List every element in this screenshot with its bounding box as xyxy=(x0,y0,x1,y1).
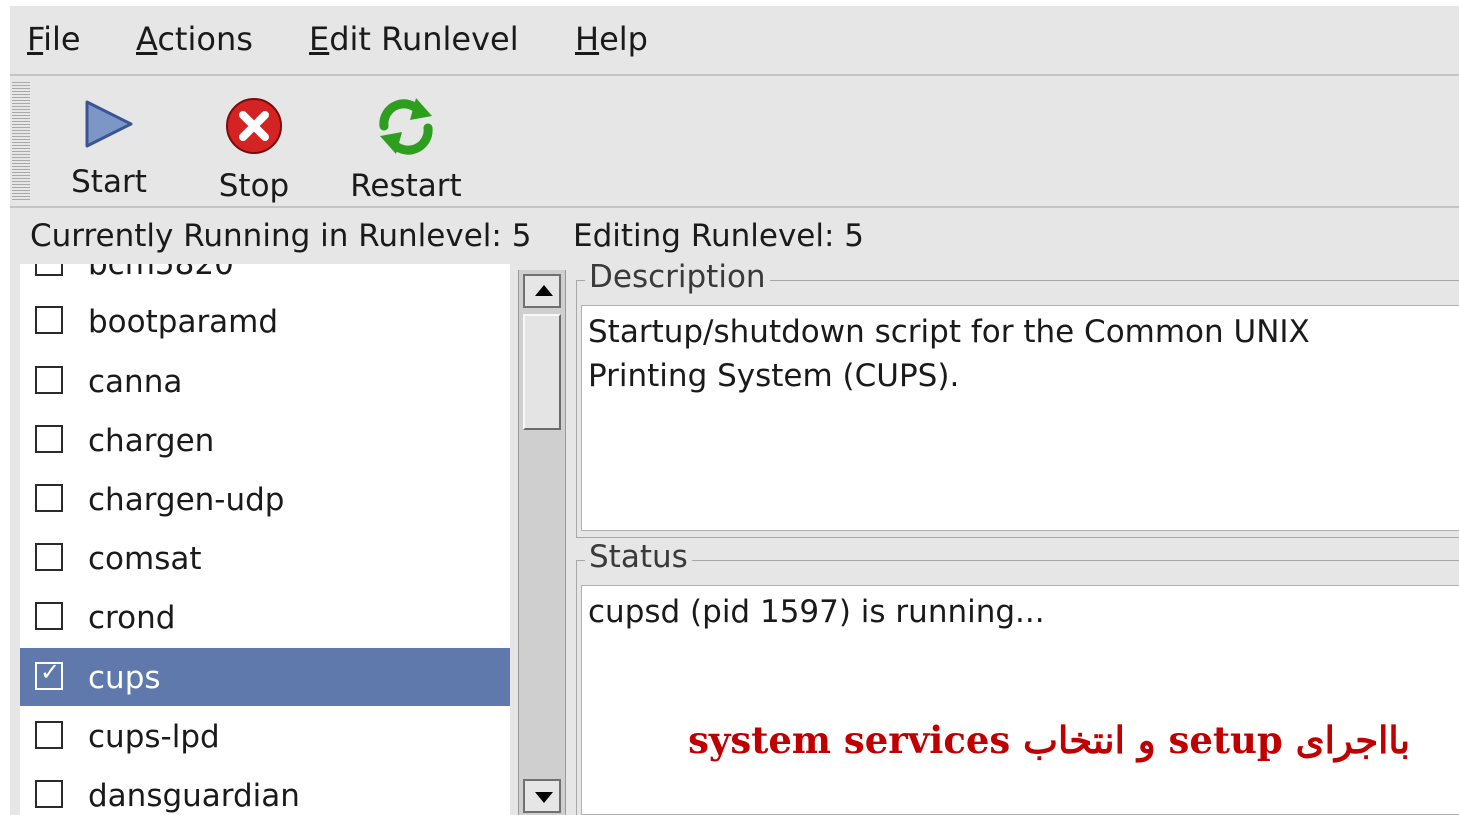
description-frame: Description Startup/shutdown script for … xyxy=(576,259,1459,538)
restart-icon xyxy=(379,98,433,155)
status-frame: Status cupsd (pid 1597) is running... xyxy=(576,539,1459,815)
description-text-area: Startup/shutdown script for the Common U… xyxy=(581,305,1459,531)
checkmark-icon: ✓ xyxy=(40,658,61,686)
service-row-cups[interactable]: ✓ cups xyxy=(20,648,510,706)
toolbar-grip-handle[interactable] xyxy=(12,80,30,200)
service-checkbox[interactable] xyxy=(35,543,63,571)
service-name: bootparamd xyxy=(88,304,279,340)
menu-actions-mnemonic: A xyxy=(136,20,158,58)
description-legend: Description xyxy=(585,259,770,295)
menu-file[interactable]: File xyxy=(27,20,81,58)
service-name: chargen-udp xyxy=(88,482,285,518)
start-button[interactable]: Start xyxy=(54,84,164,202)
service-checkbox[interactable] xyxy=(35,721,63,749)
arrow-down-icon xyxy=(535,792,553,803)
service-checkbox[interactable] xyxy=(35,366,63,394)
service-name: comsat xyxy=(88,541,202,577)
arrow-up-icon xyxy=(535,285,553,296)
status-legend: Status xyxy=(585,539,692,575)
service-name: dansguardian xyxy=(88,778,300,814)
service-name: crond xyxy=(88,600,176,636)
scroll-up-button[interactable] xyxy=(523,274,561,308)
stop-button[interactable]: Stop xyxy=(199,84,309,204)
editing-runlevel-label: Editing Runlevel: 5 xyxy=(573,218,865,254)
service-name: cups-lpd xyxy=(88,719,220,755)
stop-icon xyxy=(226,98,282,154)
menu-actions[interactable]: Actions xyxy=(136,20,253,58)
menu-file-mnemonic: F xyxy=(27,20,44,58)
service-checkbox[interactable] xyxy=(35,780,63,808)
runlevel-info-bar: Currently Running in Runlevel: 5 Editing… xyxy=(10,208,1459,264)
service-row-crond[interactable]: crond xyxy=(20,588,510,646)
service-row-chargen[interactable]: chargen xyxy=(20,411,510,469)
service-row-canna[interactable]: canna xyxy=(20,352,510,410)
toolbar: Start Stop Restart xyxy=(10,76,1459,208)
service-list-scrollbar[interactable] xyxy=(518,270,566,815)
current-runlevel-label: Currently Running in Runlevel: 5 xyxy=(30,218,532,254)
service-row-dansguardian[interactable]: dansguardian xyxy=(20,766,510,815)
service-name: cups xyxy=(88,660,161,696)
service-row-cups-lpd[interactable]: cups-lpd xyxy=(20,707,510,765)
menu-edit-mnemonic: E xyxy=(309,20,330,58)
start-button-label: Start xyxy=(71,164,147,200)
service-name: canna xyxy=(88,364,183,400)
description-text: Startup/shutdown script for the Common U… xyxy=(588,310,1448,398)
annotation-caption: بااجرای setup و انتخاب system services xyxy=(688,718,1410,762)
service-row-bcm5820[interactable]: bcm5820 xyxy=(20,264,510,292)
status-text: cupsd (pid 1597) is running... xyxy=(588,594,1045,630)
service-row-comsat[interactable]: comsat xyxy=(20,529,510,587)
service-row-bootparamd[interactable]: bootparamd xyxy=(20,292,510,350)
service-checkbox[interactable] xyxy=(35,306,63,334)
service-configuration-window: File Actions Edit Runlevel Help Start St… xyxy=(10,6,1459,815)
menu-help-mnemonic: H xyxy=(575,20,600,58)
scroll-thumb[interactable] xyxy=(523,314,561,430)
menu-help[interactable]: Help xyxy=(575,20,648,58)
service-row-chargen-udp[interactable]: chargen-udp xyxy=(20,470,510,528)
description-line-2: Printing System (CUPS). xyxy=(588,358,960,394)
stop-button-label: Stop xyxy=(218,168,290,204)
service-checkbox[interactable] xyxy=(35,602,63,630)
menu-edit-label: dit Runlevel xyxy=(329,20,519,58)
menu-file-label: ile xyxy=(43,20,81,58)
service-list[interactable]: bcm5820 bootparamd canna chargen chargen… xyxy=(20,264,510,815)
service-checkbox[interactable] xyxy=(35,264,63,276)
service-checkbox[interactable] xyxy=(35,484,63,512)
restart-button[interactable]: Restart xyxy=(341,84,471,204)
service-name: chargen xyxy=(88,423,215,459)
menu-edit-runlevel[interactable]: Edit Runlevel xyxy=(309,20,519,58)
service-checkbox-checked[interactable]: ✓ xyxy=(35,658,63,690)
description-line-1: Startup/shutdown script for the Common U… xyxy=(588,314,1310,350)
scroll-down-button[interactable] xyxy=(523,779,561,813)
service-checkbox[interactable] xyxy=(35,425,63,453)
menu-bar: File Actions Edit Runlevel Help xyxy=(10,6,1459,76)
status-text-area: cupsd (pid 1597) is running... xyxy=(581,585,1459,815)
menu-help-label: elp xyxy=(599,20,648,58)
service-name: bcm5820 xyxy=(88,264,234,282)
menu-actions-label: ctions xyxy=(157,20,253,58)
restart-button-label: Restart xyxy=(350,168,462,204)
play-icon xyxy=(85,100,133,148)
